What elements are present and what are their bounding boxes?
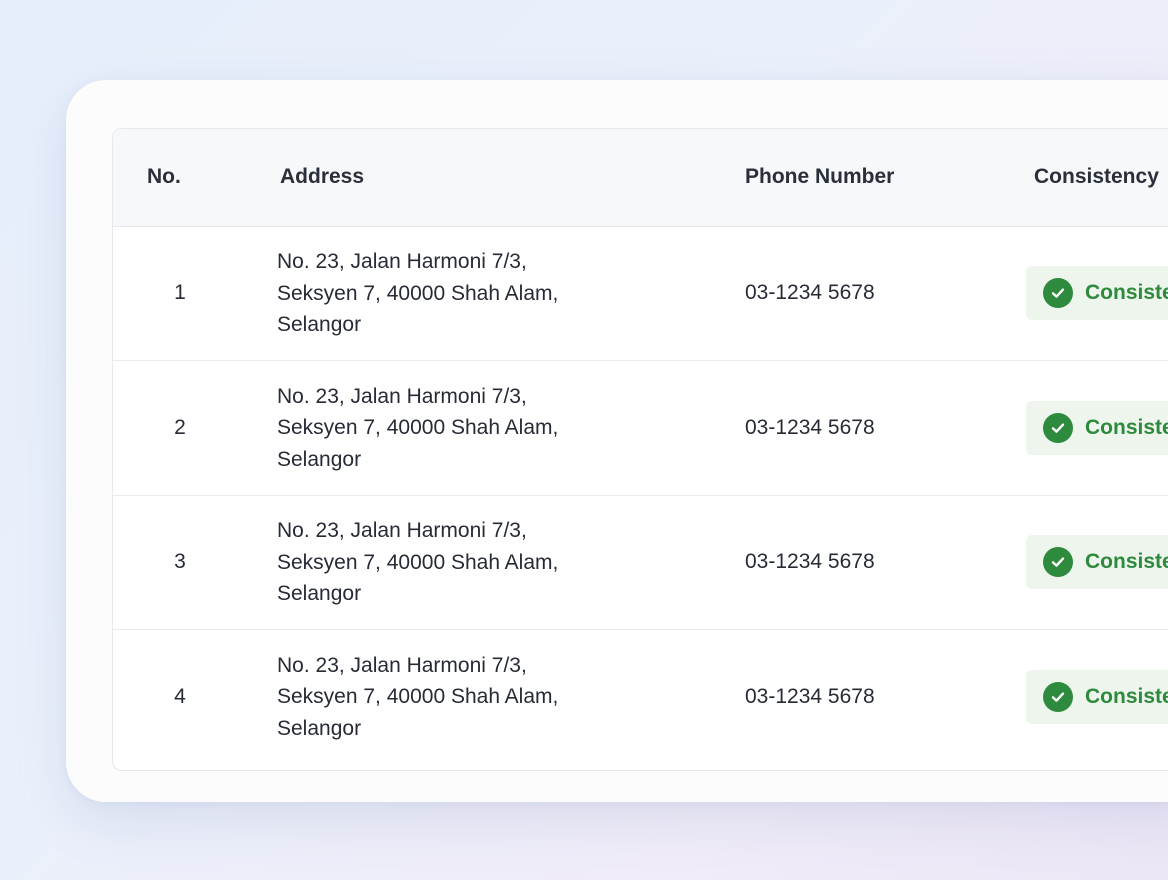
row-number: 4 <box>174 685 186 708</box>
status-badge: Consistent <box>1026 400 1168 455</box>
table-row[interactable]: 2 No. 23, Jalan Harmoni 7/3, Seksyen 7, … <box>113 361 1168 496</box>
status-label: Consistent <box>1085 281 1168 305</box>
address-line: Seksyen 7, 40000 Shah Alam, <box>277 281 559 305</box>
table-row[interactable]: 1 No. 23, Jalan Harmoni 7/3, Seksyen 7, … <box>113 226 1168 361</box>
address-line: Selangor <box>277 716 362 740</box>
table-row[interactable]: 3 No. 23, Jalan Harmoni 7/3, Seksyen 7, … <box>113 495 1168 630</box>
table-header-row: No. Address Phone Number Consistency <box>113 129 1168 227</box>
data-table-container: No. Address Phone Number Consistency 1 N… <box>112 128 1168 771</box>
address-cell: No. 23, Jalan Harmoni 7/3, Seksyen 7, 40… <box>247 226 712 361</box>
status-badge: Consistent <box>1026 670 1168 724</box>
column-header-address[interactable]: Address <box>247 129 712 227</box>
status-badge: Consistent <box>1026 266 1168 321</box>
row-number: 1 <box>174 281 186 305</box>
check-circle-icon <box>1043 547 1073 578</box>
address-cell: No. 23, Jalan Harmoni 7/3, Seksyen 7, 40… <box>247 630 712 765</box>
check-circle-icon <box>1043 278 1073 309</box>
phone-cell: 03-1234 5678 <box>745 550 875 574</box>
status-label: Consistent <box>1085 415 1168 439</box>
consistency-table: No. Address Phone Number Consistency 1 N… <box>113 129 1168 764</box>
column-header-phone[interactable]: Phone Number <box>712 129 1001 227</box>
address-line: Seksyen 7, 40000 Shah Alam, <box>277 416 559 439</box>
consistency-cell: Consistent <box>1001 630 1168 765</box>
address-line: No. 23, Jalan Harmoni 7/3, <box>277 250 527 273</box>
consistency-cell: Consistent <box>1001 226 1168 361</box>
phone-cell: 03-1234 5678 <box>745 281 875 305</box>
row-number: 2 <box>174 415 186 439</box>
status-label: Consistent <box>1085 550 1168 574</box>
phone-cell: 03-1234 5678 <box>745 415 875 439</box>
check-circle-icon <box>1043 412 1073 443</box>
status-label: Consistent <box>1085 685 1168 708</box>
address-line: Seksyen 7, 40000 Shah Alam, <box>277 550 559 574</box>
address-line: Selangor <box>277 447 362 471</box>
address-line: No. 23, Jalan Harmoni 7/3, <box>277 384 527 408</box>
address-line: Selangor <box>277 313 362 336</box>
address-line: Selangor <box>277 582 362 605</box>
content-card: No. Address Phone Number Consistency 1 N… <box>66 80 1168 802</box>
check-circle-icon <box>1043 682 1073 712</box>
column-header-no[interactable]: No. <box>113 129 247 227</box>
row-number: 3 <box>174 550 186 574</box>
address-line: No. 23, Jalan Harmoni 7/3, <box>277 653 527 677</box>
table-row[interactable]: 4 No. 23, Jalan Harmoni 7/3, Seksyen 7, … <box>113 630 1168 765</box>
consistency-cell: Consistent <box>1001 361 1168 496</box>
phone-cell: 03-1234 5678 <box>745 685 875 708</box>
consistency-cell: Consistent <box>1001 495 1168 630</box>
column-header-consistency[interactable]: Consistency <box>1001 129 1168 227</box>
address-cell: No. 23, Jalan Harmoni 7/3, Seksyen 7, 40… <box>247 361 712 496</box>
address-cell: No. 23, Jalan Harmoni 7/3, Seksyen 7, 40… <box>247 495 712 630</box>
status-badge: Consistent <box>1026 535 1168 590</box>
address-line: Seksyen 7, 40000 Shah Alam, <box>277 685 559 709</box>
address-line: No. 23, Jalan Harmoni 7/3, <box>277 519 527 542</box>
